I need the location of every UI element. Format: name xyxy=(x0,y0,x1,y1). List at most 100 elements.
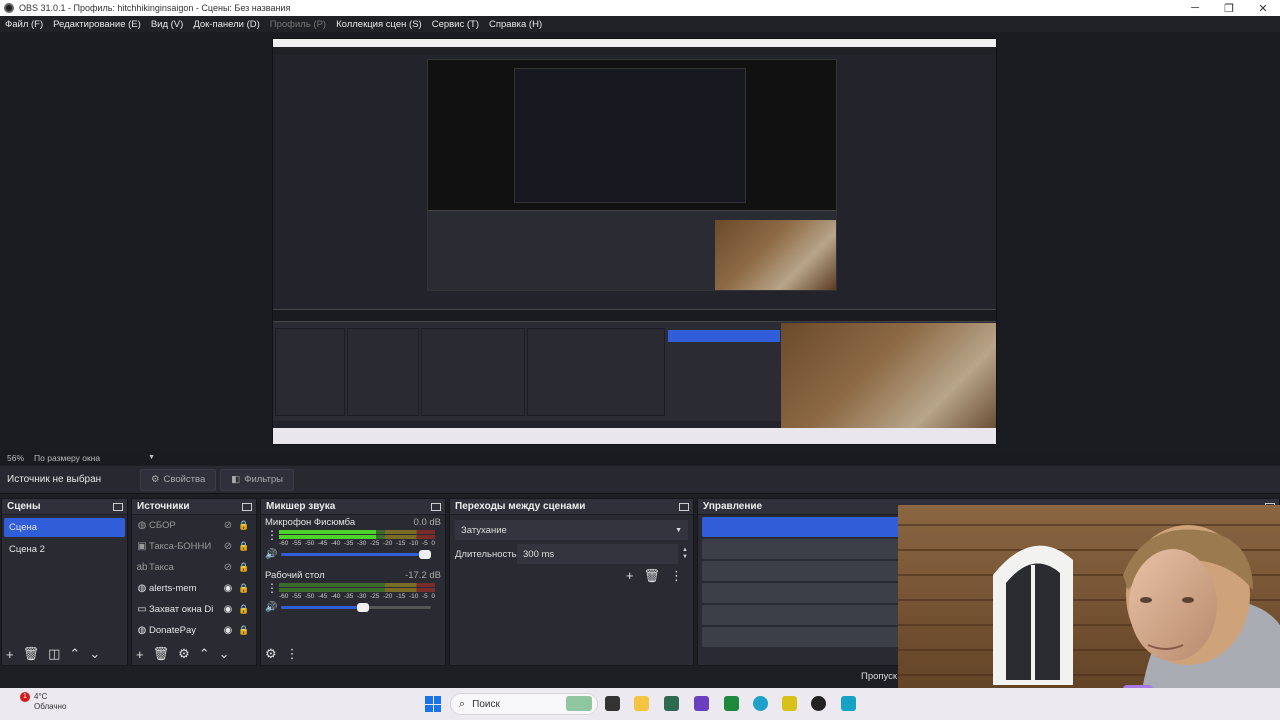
nested-scenes-dock xyxy=(275,328,345,416)
window-title: OBS 31.0.1 - Профиль: hitchhikinginsaigo… xyxy=(19,3,291,13)
preview-zoom-bar: 56% По размеру окна ▼ xyxy=(0,450,1280,465)
chevron-up-icon[interactable]: ⌃ xyxy=(199,646,210,662)
task-view-icon[interactable] xyxy=(605,696,620,711)
eye-icon[interactable]: ◉ xyxy=(221,583,235,594)
speaker-icon[interactable]: 🔊 xyxy=(265,602,281,613)
advanced-audio-gear-icon[interactable]: ⚙ xyxy=(265,646,277,662)
kebab-icon[interactable]: ⋮ xyxy=(265,529,279,541)
trash-icon[interactable]: 🗑 xyxy=(643,568,660,584)
source-toolbar: Источник не выбран ⚙ Свойства ◧ Фильтры xyxy=(0,466,1280,494)
source-item[interactable]: ▭ Захват окна Di ◉ 🔒 xyxy=(132,599,256,620)
menu-tools[interactable]: Сервис (T) xyxy=(427,19,484,30)
weather-desc: Облачно xyxy=(34,702,67,711)
transitions-dock: Переходы между сценами Затухание ▼ Длите… xyxy=(449,498,694,666)
filters-icon[interactable]: ◫ xyxy=(48,646,60,662)
add-icon[interactable]: + xyxy=(626,568,634,584)
preview-area[interactable] xyxy=(0,32,1280,450)
volume-slider[interactable] xyxy=(281,603,431,612)
channel-name: Микрофон Фисюмба xyxy=(265,517,356,528)
obs-taskbar-icon[interactable] xyxy=(811,696,826,711)
lock-icon[interactable]: 🔒 xyxy=(237,604,251,615)
properties-label: Свойства xyxy=(163,474,206,485)
chevron-down-icon[interactable]: ⌄ xyxy=(89,646,100,662)
app-icon[interactable] xyxy=(841,696,856,711)
mixer-channel: Рабочий стол -17.2 dB ⋮ -60 -55 -50 -45 -40-… xyxy=(261,568,445,615)
eye-icon[interactable]: ◉ xyxy=(221,604,235,615)
lock-icon[interactable]: 🔒 xyxy=(237,625,251,636)
undock-icon[interactable] xyxy=(113,502,123,511)
scene-label: Сцена 2 xyxy=(9,544,45,555)
add-icon[interactable]: + xyxy=(136,647,144,662)
scene-item[interactable]: Сцена xyxy=(4,518,125,537)
menu-edit[interactable]: Редактирование (E) xyxy=(48,19,146,30)
chevron-down-icon[interactable]: ▼ xyxy=(148,454,155,461)
source-item[interactable]: ◍ alerts-mem ◉ 🔒 xyxy=(132,578,256,599)
preview-canvas[interactable] xyxy=(272,38,997,445)
mixer-dock: Микшер звука Микрофон Фисюмба 0.0 dB ⋮ -… xyxy=(260,498,446,666)
close-button[interactable]: ✕ xyxy=(1246,2,1280,15)
app-icon[interactable] xyxy=(694,696,709,711)
scene-item[interactable]: Сцена 2 xyxy=(4,540,125,559)
app-icon[interactable] xyxy=(664,696,679,711)
undock-icon[interactable] xyxy=(242,502,252,511)
xbox-icon[interactable] xyxy=(724,696,739,711)
chevron-down-icon[interactable]: ⌄ xyxy=(219,646,230,662)
add-icon[interactable]: + xyxy=(6,647,14,662)
app-icon[interactable] xyxy=(782,696,797,711)
filters-button[interactable]: ◧ Фильтры xyxy=(220,468,294,491)
eye-hidden-icon[interactable]: ⊘ xyxy=(221,520,235,531)
eye-icon[interactable]: ◉ xyxy=(221,625,235,636)
nested-mixer-dock xyxy=(421,328,525,416)
kebab-icon[interactable]: ⋮ xyxy=(670,568,683,584)
menu-scene-collection[interactable]: Коллекция сцен (S) xyxy=(331,19,427,30)
menu-docks[interactable]: Док-панели (D) xyxy=(188,19,264,30)
widget-icon[interactable] xyxy=(566,696,592,711)
transition-select[interactable]: Затухание ▼ xyxy=(455,520,688,540)
volume-slider[interactable] xyxy=(281,550,431,559)
properties-button[interactable]: ⚙ Свойства xyxy=(140,468,217,491)
spinner-icon[interactable]: ▲ ▼ xyxy=(682,547,688,561)
duration-input[interactable]: 300 ms xyxy=(517,544,679,564)
volume-meter: -60 -55 -50 -45 -40 -35 -30 -25 -20 -15 -10 -5 0 xyxy=(279,530,435,547)
menu-file[interactable]: Файл (F) xyxy=(0,19,48,30)
source-item[interactable]: ▣ Такса-БОННИ ⊘ 🔒 xyxy=(132,536,256,557)
source-item[interactable]: ab Такса ⊘ 🔒 xyxy=(132,557,256,578)
lock-icon[interactable]: 🔒 xyxy=(237,520,251,531)
lock-icon[interactable]: 🔒 xyxy=(237,583,251,594)
gear-icon[interactable]: ⚙ xyxy=(178,646,190,662)
image-icon: ▣ xyxy=(137,541,147,552)
source-item[interactable]: ◍ DonatePay ◉ 🔒 xyxy=(132,620,256,641)
menu-help[interactable]: Справка (H) xyxy=(484,19,547,30)
filters-label: Фильтры xyxy=(244,474,283,485)
windows-taskbar: 1 4°C Облачно ⌕ Поиск xyxy=(0,688,1280,720)
edge-icon[interactable] xyxy=(753,696,768,711)
no-source-label: Источник не выбран xyxy=(7,474,102,485)
chevron-down-icon: ▼ xyxy=(675,526,682,534)
lock-icon[interactable]: 🔒 xyxy=(237,562,251,573)
nested-webcam-large xyxy=(781,323,996,444)
eye-hidden-icon[interactable]: ⊘ xyxy=(221,562,235,573)
weather-widget[interactable]: 1 4°C Облачно xyxy=(20,692,66,712)
trash-icon[interactable]: 🗑 xyxy=(153,646,170,662)
menu-bar: Файл (F) Редактирование (E) Вид (V) Док-… xyxy=(0,16,1280,32)
kebab-icon[interactable]: ⋮ xyxy=(265,582,279,594)
undock-icon[interactable] xyxy=(431,502,441,511)
trash-icon[interactable]: 🗑 xyxy=(23,646,40,662)
nested-window-titlebar xyxy=(273,39,996,47)
zoom-mode-select[interactable]: По размеру окна xyxy=(34,453,100,463)
source-item[interactable]: ◍ СБОР ⊘ 🔒 xyxy=(132,515,256,536)
lock-icon[interactable]: 🔒 xyxy=(237,541,251,552)
channel-db: 0.0 dB xyxy=(413,517,441,528)
scenes-dock-header: Сцены xyxy=(2,499,127,515)
chevron-up-icon[interactable]: ⌃ xyxy=(69,646,80,662)
menu-view[interactable]: Вид (V) xyxy=(146,19,189,30)
speaker-icon[interactable]: 🔊 xyxy=(265,549,281,560)
maximize-button[interactable]: ❐ xyxy=(1212,2,1246,15)
nested-preview xyxy=(427,59,837,291)
file-explorer-icon[interactable] xyxy=(634,696,649,711)
minimize-button[interactable]: ─ xyxy=(1178,2,1212,15)
undock-icon[interactable] xyxy=(679,502,689,511)
kebab-icon[interactable]: ⋮ xyxy=(286,646,299,662)
windows-start-icon[interactable] xyxy=(425,696,441,712)
eye-hidden-icon[interactable]: ⊘ xyxy=(221,541,235,552)
